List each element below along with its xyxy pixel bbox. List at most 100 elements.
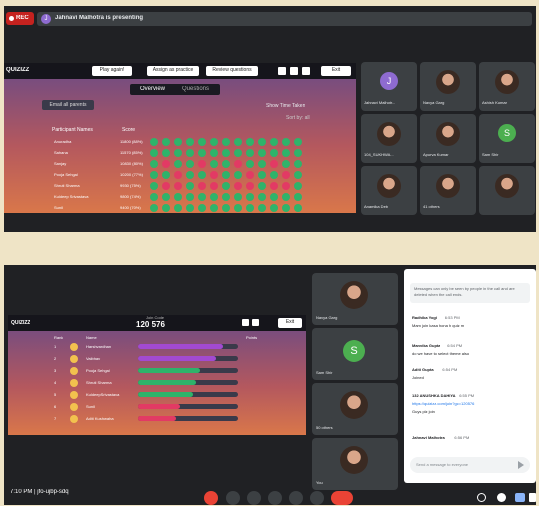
participant-tile[interactable]: 50 others bbox=[312, 383, 398, 435]
shared-screen: QUIZIZZ Join Code 120 576 Exit Rank Name… bbox=[8, 315, 306, 435]
answer-dot bbox=[222, 138, 230, 146]
participant-score: 9400 (70%) bbox=[120, 205, 141, 210]
rank: 4 bbox=[54, 380, 57, 385]
answer-dot bbox=[162, 182, 170, 190]
toolbar-icon[interactable] bbox=[252, 319, 259, 326]
join-code: 120 576 bbox=[136, 320, 165, 329]
answer-dot bbox=[198, 182, 206, 190]
chat-text: do we have to select theme also bbox=[412, 351, 470, 356]
participant-tile[interactable]: S Sam Shir bbox=[312, 328, 398, 380]
answer-dot bbox=[174, 193, 182, 201]
mic-off-icon[interactable] bbox=[204, 491, 218, 505]
review-questions-button[interactable]: Review questions bbox=[206, 66, 258, 76]
participant-video bbox=[436, 122, 460, 146]
col-name: Name bbox=[86, 335, 97, 340]
col-rank: Rank bbox=[54, 335, 64, 340]
chat-input-placeholder: Send a message to everyone bbox=[416, 462, 469, 467]
toolbar-icon[interactable] bbox=[290, 67, 298, 75]
rank: 6 bbox=[54, 404, 57, 409]
quiz-toolbar: QUIZIZZ Join Code 120 576 Exit bbox=[8, 315, 306, 331]
toolbar-icon[interactable] bbox=[242, 319, 249, 326]
participant-avatar: J bbox=[380, 72, 398, 90]
answer-dot bbox=[150, 182, 158, 190]
exit-button[interactable]: Exit bbox=[278, 318, 302, 328]
answer-dot bbox=[294, 193, 302, 201]
chat-time: 6:54 PM bbox=[447, 343, 463, 348]
send-icon[interactable] bbox=[518, 461, 524, 469]
col-score: Score bbox=[122, 127, 136, 133]
email-parents-button[interactable]: Email all parents bbox=[42, 100, 94, 110]
answer-dot bbox=[270, 160, 278, 168]
answer-dot bbox=[282, 171, 290, 179]
play-again-button[interactable]: Play again! bbox=[92, 66, 132, 76]
participant-name: Pooja Sehgal bbox=[54, 172, 78, 177]
answer-dot bbox=[258, 193, 266, 201]
participant-tile[interactable]: Navya Garg bbox=[312, 273, 398, 325]
answer-dot bbox=[246, 171, 254, 179]
activities-icon[interactable] bbox=[529, 493, 536, 502]
camera-icon[interactable] bbox=[226, 491, 240, 505]
meeting-time-code: 7:10 PM | jfo-ujbp-sdq bbox=[10, 489, 69, 495]
participant-tile[interactable]: 104_SUKHWA... bbox=[361, 114, 417, 163]
answer-dot bbox=[258, 149, 266, 157]
chat-icon[interactable] bbox=[515, 493, 525, 502]
top-meet-screenshot: REC J Jahnavi Malhotra is presenting QUI… bbox=[4, 6, 536, 232]
participant-tile[interactable]: Ashish Kumar bbox=[479, 62, 535, 111]
participant-tile[interactable]: Navya Garg bbox=[420, 62, 476, 111]
toolbar-icon[interactable] bbox=[278, 67, 286, 75]
participant-name: Anamika Deb bbox=[364, 204, 389, 209]
score-bar-track bbox=[138, 380, 238, 385]
people-icon[interactable] bbox=[497, 493, 506, 502]
participant-tile[interactable]: You bbox=[312, 438, 398, 490]
present-icon[interactable] bbox=[289, 491, 303, 505]
participant-name: Navya Garg bbox=[316, 315, 338, 320]
participant-tile[interactable]: Apurva Kumar bbox=[420, 114, 476, 163]
info-icon[interactable] bbox=[477, 493, 486, 502]
participant-tile[interactable] bbox=[479, 166, 535, 215]
avatar bbox=[70, 391, 78, 399]
participant-video bbox=[340, 281, 368, 309]
answer-dot bbox=[162, 160, 170, 168]
answer-dot bbox=[294, 182, 302, 190]
participant-name: Jahnavi Malhotr... bbox=[364, 100, 396, 105]
avatar bbox=[70, 355, 78, 363]
answer-dot bbox=[174, 204, 182, 212]
avatar bbox=[70, 415, 78, 423]
sort-label[interactable]: Sort by: all bbox=[286, 115, 310, 121]
player-name: Vaibhav bbox=[86, 356, 101, 361]
chat-input[interactable]: Send a message to everyone bbox=[410, 457, 530, 473]
exit-button[interactable]: Exit bbox=[321, 66, 351, 76]
captions-icon[interactable] bbox=[247, 491, 261, 505]
chat-text: https://quizizz.com/join?gc=120576 bbox=[412, 401, 475, 406]
answer-dot bbox=[186, 160, 194, 168]
chat-time: 6:55 PM bbox=[459, 393, 475, 398]
raise-hand-icon[interactable] bbox=[268, 491, 282, 505]
answer-dot bbox=[210, 171, 218, 179]
participant-tile[interactable]: 41 others bbox=[420, 166, 476, 215]
assign-practice-button[interactable]: Assign as practice bbox=[147, 66, 199, 76]
participant-name: 104_SUKHWA... bbox=[364, 152, 394, 157]
tab-questions[interactable]: Questions bbox=[182, 86, 209, 92]
participant-video bbox=[495, 174, 519, 198]
bottom-meet-screenshot: QUIZIZZ Join Code 120 576 Exit Rank Name… bbox=[4, 265, 536, 505]
show-time-toggle[interactable]: Show Time Taken bbox=[266, 103, 305, 109]
toolbar-icon[interactable] bbox=[302, 67, 310, 75]
shared-screen: QUIZIZZ Play again! Assign as practice R… bbox=[4, 63, 356, 213]
participant-name: 41 others bbox=[423, 204, 440, 209]
player-name: Aditi Kushwaha bbox=[86, 416, 114, 421]
avatar bbox=[70, 403, 78, 411]
participant-tile[interactable]: Anamika Deb bbox=[361, 166, 417, 215]
answer-dot bbox=[174, 182, 182, 190]
participant-video bbox=[436, 70, 460, 94]
chat-notice-text: Messages can only be seen by people in t… bbox=[414, 286, 515, 297]
participant-name: Sam Shir bbox=[316, 370, 333, 375]
chat-sender: Jahnavi Malhotra bbox=[412, 435, 445, 440]
score-bar-fill bbox=[138, 344, 223, 349]
end-call-icon[interactable] bbox=[331, 491, 353, 505]
participant-video bbox=[436, 174, 460, 198]
more-options-icon[interactable] bbox=[310, 491, 324, 505]
participant-tile[interactable]: J Jahnavi Malhotr... bbox=[361, 62, 417, 111]
participant-tile[interactable]: S Sam Shir bbox=[479, 114, 535, 163]
score-bar-fill bbox=[138, 356, 216, 361]
tab-overview[interactable]: Overview bbox=[140, 86, 165, 92]
